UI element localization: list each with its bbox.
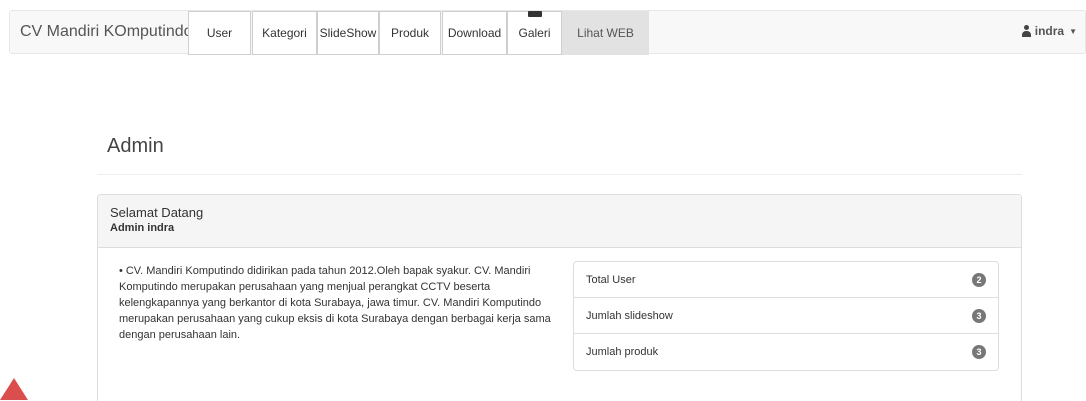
count-badge: 3 [972, 308, 986, 323]
nav-item-download[interactable]: Download [442, 11, 507, 55]
list-item: Jumlah produk 3 [574, 334, 998, 370]
list-item: Total User 2 [574, 262, 998, 298]
brand-link[interactable]: CV Mandiri KOmputindo [20, 23, 193, 41]
user-name: indra [1034, 24, 1065, 38]
watermark-logo-icon [0, 378, 28, 400]
stat-label: Jumlah slideshow [586, 309, 673, 322]
welcome-panel: Selamat Datang Admin indra • CV. Mandiri … [97, 194, 1022, 401]
user-icon [1021, 25, 1032, 37]
count-badge: 2 [972, 272, 986, 287]
panel-title: Selamat Datang [110, 205, 204, 220]
title-divider [97, 174, 1022, 175]
top-navbar: CV Mandiri KOmputindo User Kategori Slid… [9, 10, 1086, 55]
count-badge: 3 [972, 345, 986, 359]
list-item: Jumlah slideshow 3 [574, 298, 998, 334]
nav-item-slideshow[interactable]: SlideShow [317, 11, 379, 55]
nav-item-kategori[interactable]: Kategori [252, 11, 317, 55]
user-dropdown[interactable]: indra ▼ [1021, 24, 1077, 38]
nav-item-galeri[interactable]: Galeri [507, 11, 562, 55]
caret-down-icon: ▼ [1069, 26, 1077, 36]
nav-item-galeri-label: Galeri [518, 26, 551, 40]
company-description-text: CV. Mandiri Komputindo didirikan pada ta… [119, 265, 551, 341]
stat-label: Jumlah produk [586, 346, 659, 358]
nav-item-lihat-web[interactable]: Lihat WEB [562, 11, 649, 55]
bullet-icon: • [119, 265, 123, 277]
nav-item-user[interactable]: User [188, 11, 251, 55]
company-description: • CV. Mandiri Komputindo didirikan pada t… [119, 263, 559, 343]
panel-subtitle: Admin indra [110, 222, 175, 234]
nav-item-produk[interactable]: Produk [379, 11, 441, 55]
stat-label: Total User [586, 273, 636, 286]
stats-list: Total User 2 Jumlah slideshow 3 Jumlah p… [573, 261, 999, 371]
tab-marker-icon [527, 11, 542, 17]
panel-heading: Selamat Datang Admin indra [98, 195, 1021, 248]
page-title: Admin [107, 135, 164, 157]
